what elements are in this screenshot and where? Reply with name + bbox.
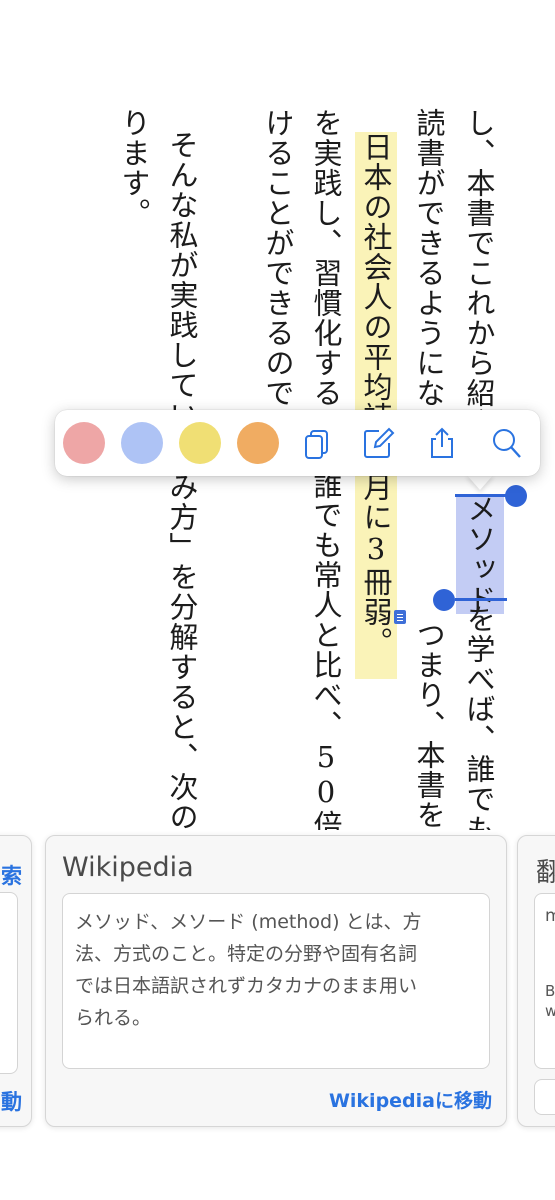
text-column-5b: 誰でも常人と比べ、50倍以上の [309, 470, 343, 830]
search-icon[interactable] [489, 426, 523, 460]
text-column-3b: つまり、本書を読 [412, 620, 446, 830]
wikipedia-link[interactable]: Wikipediaに移動 [329, 1086, 492, 1113]
copy-icon[interactable] [301, 426, 335, 460]
dictionary-panel-left[interactable]: 索 動 [0, 835, 32, 1127]
right-panel-text-1: m [545, 906, 555, 926]
highlight-pink-button[interactable] [63, 422, 105, 464]
left-panel-link-top[interactable]: 索 [1, 860, 22, 890]
highlight-yellow-button[interactable] [179, 422, 221, 464]
selection-bottom-bar [455, 598, 507, 601]
selection-toolbar [55, 410, 540, 476]
wikipedia-summary: メソッド、メソード (method) とは、方 法、方式のこと。特定の分野や固有… [75, 911, 422, 1029]
selection-handle-end[interactable] [505, 485, 527, 507]
translate-panel-right[interactable]: 翻 m B w [517, 835, 555, 1127]
text-column-8: ります。 [117, 108, 151, 228]
note-icon[interactable] [394, 610, 406, 624]
highlight-orange-button[interactable] [237, 422, 279, 464]
text-column-7b: み方」を分解すると、次のよう [165, 472, 199, 830]
highlight-blue-button[interactable] [121, 422, 163, 464]
wikipedia-title: Wikipedia [62, 852, 194, 883]
selection-top-bar [455, 494, 507, 497]
wikipedia-content-box: メソッド、メソード (method) とは、方 法、方式のこと。特定の分野や固有… [62, 893, 490, 1069]
right-panel-box: m B w [534, 893, 555, 1069]
right-panel-text-2: B [545, 982, 555, 1000]
right-panel-button[interactable] [534, 1079, 555, 1115]
note-edit-icon[interactable] [361, 426, 395, 460]
toolbar-caret [466, 474, 494, 490]
right-panel-text-3: w [545, 1002, 555, 1020]
right-panel-title: 翻 [536, 852, 555, 889]
selected-text[interactable]: メソッド [456, 494, 504, 614]
left-panel-link[interactable]: 動 [1, 1086, 22, 1116]
share-icon[interactable] [425, 426, 459, 460]
highlighted-text-2[interactable]: 月に3冊弱。 [355, 472, 397, 679]
selection-handle-start[interactable] [433, 589, 455, 611]
left-panel-box [0, 892, 18, 1074]
text-column-2: を学べば、誰でも1 [462, 604, 496, 830]
wikipedia-panel[interactable]: Wikipedia メソッド、メソード (method) とは、方 法、方式のこ… [45, 835, 507, 1127]
